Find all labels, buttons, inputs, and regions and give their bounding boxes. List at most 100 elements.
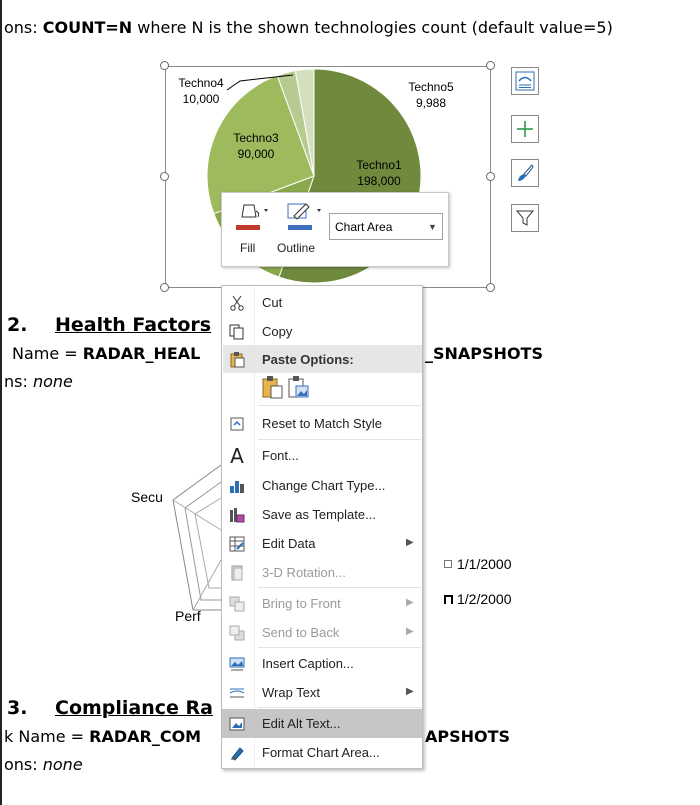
chart-element-value: Chart Area: [335, 220, 393, 234]
menu-item-cut[interactable]: Cut: [222, 288, 422, 317]
legend-swatch-1: [444, 560, 452, 568]
chart-styles-button[interactable]: [511, 159, 539, 187]
pie-label-techno1: Techno1 198,000: [346, 157, 412, 189]
section-3-heading: 3. Compliance Ra: [7, 697, 213, 719]
submenu-arrow-icon: ▶: [406, 597, 414, 608]
section-3-title: Compliance Ra: [55, 697, 213, 719]
menu-item-change-chart-type[interactable]: Change Chart Type...: [222, 471, 422, 500]
count-description: where N is the shown technologies count …: [132, 18, 613, 37]
menu-item-3d-rotation-label: 3-D Rotation...: [262, 565, 346, 580]
section-2-number: 2.: [7, 314, 28, 336]
section-2-name-line-end: _SNAPSHOTS: [425, 344, 543, 363]
section-2-heading: 2. Health Factors: [7, 314, 211, 336]
filter-icon: [515, 210, 535, 226]
submenu-arrow-icon: ▶: [406, 537, 414, 548]
dropdown-arrow-icon: ▼: [428, 222, 437, 232]
menu-item-font[interactable]: A Font...: [222, 441, 422, 470]
pie-label-techno3: Techno3 90,000: [223, 130, 289, 162]
menu-item-3d-rotation[interactable]: 3-D Rotation...: [222, 558, 422, 587]
paste-icon: [228, 351, 246, 369]
menu-item-send-to-back[interactable]: Send to Back ▶: [222, 618, 422, 647]
menu-item-copy[interactable]: Copy: [222, 317, 422, 346]
pie-label-techno1-value: 198,000: [357, 174, 401, 188]
menu-item-edit-alt-text-label: Edit Alt Text...: [262, 716, 341, 731]
wrap-text-icon: [228, 684, 246, 702]
chart-layout-button[interactable]: [511, 67, 539, 95]
menu-item-insert-caption-label: Insert Caption...: [262, 656, 354, 671]
menu-item-format-chart-area-label: Format Chart Area...: [262, 745, 380, 760]
radar-chart-partial: [172, 464, 222, 611]
count-param: COUNT=N: [42, 18, 133, 37]
paste-keep-formatting-button[interactable]: [262, 376, 284, 400]
paint-bucket-icon: [241, 204, 268, 218]
legend-item-2: 1/2/2000: [457, 591, 512, 607]
radar-axis-label-perf: Perf: [175, 608, 201, 624]
submenu-arrow-icon: ▶: [406, 686, 414, 697]
section-3-number: 3.: [7, 697, 28, 719]
pie-label-techno5: Techno5 9,988: [398, 79, 464, 111]
brush-icon: [518, 164, 534, 181]
font-icon: A: [230, 444, 244, 468]
pie-label-techno4-value: 10,000: [182, 92, 220, 106]
outline-label: Outline: [277, 241, 316, 255]
pie-label-techno4: Techno4 10,000: [170, 75, 232, 107]
edit-data-icon: [228, 535, 246, 553]
menu-item-wrap-text[interactable]: Wrap Text ▶: [222, 678, 422, 707]
fill-button[interactable]: Fill: [232, 201, 276, 259]
alt-text-icon: [228, 715, 246, 733]
scissors-icon: [228, 294, 246, 312]
submenu-arrow-icon: ▶: [406, 626, 414, 637]
name-value-start: RADAR_COM: [89, 727, 202, 746]
outline-button[interactable]: Outline: [274, 201, 330, 259]
menu-item-reset-style[interactable]: Reset to Match Style: [222, 409, 422, 438]
menu-item-edit-data[interactable]: Edit Data ▶: [222, 529, 422, 558]
legend-item-1: 1/1/2000: [457, 556, 512, 572]
radar-axis-label-secu: Secu: [131, 489, 163, 505]
menu-item-reset-style-label: Reset to Match Style: [262, 416, 382, 431]
paste-picture-icon: [288, 376, 309, 398]
pie-label-techno3-name: Techno3: [233, 131, 279, 145]
legend-swatch-2: [444, 595, 453, 604]
menu-item-save-template[interactable]: Save as Template...: [222, 500, 422, 529]
pie-label-techno1-name: Techno1: [356, 158, 402, 172]
chart-elements-button[interactable]: [511, 115, 539, 143]
name-prefix: Name =: [12, 344, 83, 363]
menu-separator: [258, 405, 421, 406]
chart-element-selector[interactable]: Chart Area ▼: [329, 213, 443, 240]
pie-label-techno3-value: 90,000: [237, 147, 275, 161]
section-3-name-line-end: APSHOTS: [425, 727, 510, 746]
name-value-end: _SNAPSHOTS: [425, 344, 543, 363]
caption-icon: [228, 655, 246, 673]
plus-icon: [517, 121, 533, 137]
context-menu: Cut Copy Paste Options: Reset to Match S…: [221, 285, 423, 769]
menu-separator: [258, 587, 421, 588]
menu-item-format-chart-area[interactable]: Format Chart Area...: [222, 738, 422, 767]
options-value: none: [32, 372, 73, 391]
options-prefix: ns:: [4, 372, 33, 391]
menu-item-paste-options-label: Paste Options:: [262, 352, 354, 367]
menu-item-wrap-text-label: Wrap Text: [262, 685, 321, 700]
menu-item-bring-to-front-label: Bring to Front: [262, 596, 341, 611]
section-2-title: Health Factors: [55, 314, 212, 336]
menu-item-bring-to-front[interactable]: Bring to Front ▶: [222, 589, 422, 618]
format-area-icon: [228, 744, 246, 762]
chart-filters-button[interactable]: [511, 204, 539, 232]
paste-keep-source-icon: [262, 376, 283, 399]
menu-item-change-chart-type-label: Change Chart Type...: [262, 478, 386, 493]
pen-outline-icon: [287, 203, 321, 220]
paste-picture-button[interactable]: [288, 376, 310, 400]
pie-label-techno5-value: 9,988: [415, 96, 447, 110]
menu-separator: [258, 647, 421, 648]
options-prefix: ons:: [4, 18, 43, 37]
pie-label-techno5-name: Techno5: [408, 80, 454, 94]
menu-item-paste-options: Paste Options:: [222, 345, 422, 374]
menu-item-insert-caption[interactable]: Insert Caption...: [222, 649, 422, 678]
chart-type-icon: [228, 477, 246, 495]
3d-rotation-icon: [228, 564, 246, 582]
chart-options-line: ons: COUNT=N where N is the shown techno…: [4, 18, 613, 37]
outline-color-swatch: [288, 225, 312, 230]
bring-front-icon: [228, 595, 246, 613]
pie-label-techno4-name: Techno4: [178, 76, 224, 90]
menu-item-edit-alt-text[interactable]: Edit Alt Text...: [222, 709, 422, 738]
fill-color-swatch: [236, 225, 260, 230]
